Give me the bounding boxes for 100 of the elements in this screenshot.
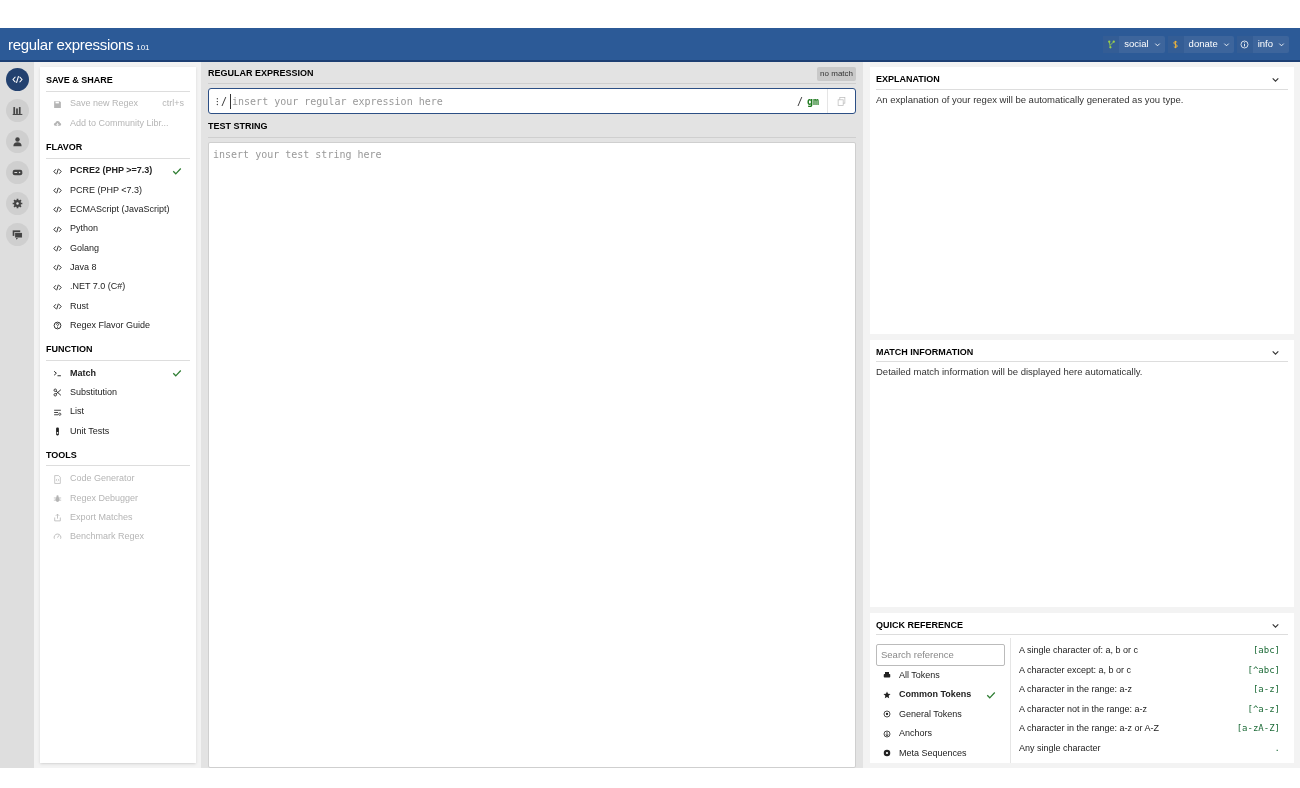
sidebar-item[interactable]: PCRE (PHP <7.3): [46, 180, 190, 201]
target-icon: [883, 710, 891, 719]
file-code-icon: [53, 474, 62, 484]
sidebar-item[interactable]: Java 8: [46, 258, 190, 278]
star-icon: [883, 690, 891, 699]
token-code: .: [1274, 741, 1280, 755]
shortcut-text: ctrl+s: [162, 97, 184, 111]
match-info-text: Detailed match information will be displayed here automatically.: [876, 365, 1144, 380]
bug-icon: [53, 493, 62, 503]
scissors-icon: [53, 388, 62, 398]
section-title: FLAVOR: [46, 141, 190, 159]
caret-icon: [1153, 40, 1161, 48]
token-code: [a-zA-Z]: [1236, 722, 1280, 735]
section-title: FUNCTION: [46, 343, 190, 361]
delimiter-text: /: [221, 94, 228, 109]
reference-category[interactable]: All Tokens: [876, 665, 1004, 685]
sidebar-item[interactable]: Substitution: [46, 383, 190, 403]
sidebar-item[interactable]: Unit Tests: [46, 421, 190, 441]
user-icon: [11, 136, 23, 147]
menu-button[interactable]: social: [1103, 35, 1165, 53]
section-title: REGULAR EXPRESSION: [208, 67, 314, 81]
token-description: A single character of: a, b or c: [1019, 644, 1139, 657]
sidebar-item: Code Generator: [46, 469, 190, 489]
help-icon: [53, 321, 62, 331]
save-icon: [53, 99, 62, 109]
section-title: QUICK REFERENCE: [876, 618, 963, 632]
token-description: A character except: a, b or c: [1019, 663, 1132, 677]
nav-rail-button[interactable]: [5, 161, 29, 184]
sidebar-item: Regex Debugger: [46, 488, 190, 509]
section-title: SAVE & SHARE: [46, 74, 190, 92]
section-title: EXPLANATION: [876, 73, 940, 86]
token-description: A character in the range: a-z: [1019, 683, 1133, 696]
terminal-icon: [53, 368, 62, 378]
flags-text[interactable]: gm: [806, 93, 819, 109]
cloud-upload-icon: [53, 118, 62, 128]
nav-rail-button[interactable]: [5, 192, 29, 215]
info-icon: [1240, 39, 1250, 49]
code-icon: [53, 282, 62, 292]
list-icon: [53, 407, 62, 417]
reference-category[interactable]: Anchors: [876, 724, 1004, 744]
token-code: [abc]: [1252, 644, 1280, 657]
logo-version: 101: [136, 43, 150, 52]
sidebar-item[interactable]: Golang: [46, 238, 190, 259]
explanation-text: An explanation of your regex will be automatically generated as you type.: [876, 92, 1185, 107]
share-icon: [53, 513, 62, 523]
search-field[interactable]: Search reference: [876, 643, 1005, 666]
token-description: Any single character: [1019, 741, 1101, 755]
regex-field[interactable]: ⁝ / insert your regular expression here / gm: [208, 88, 856, 114]
anchor-icon: [883, 729, 891, 738]
copy-icon: [837, 96, 846, 106]
code-icon: [53, 186, 62, 196]
token-code: [^a-z]: [1247, 702, 1280, 716]
dollar-icon: [1171, 39, 1181, 49]
delimiter-text: /: [796, 94, 803, 109]
sidebar-item[interactable]: PCRE2 (PHP >=7.3): [46, 161, 190, 181]
nav-rail-button[interactable]: [5, 68, 29, 91]
status-badge: no match: [817, 67, 856, 81]
nav-rail-button[interactable]: [5, 99, 29, 122]
sidebar-item[interactable]: Regex Flavor Guide: [46, 315, 190, 336]
caret-icon: [1222, 40, 1230, 48]
code-icon: [53, 301, 62, 311]
token-description: A character not in the range: a-z: [1019, 702, 1148, 716]
menu-button[interactable]: info: [1236, 35, 1289, 53]
reference-category[interactable]: Common Tokens: [876, 685, 1004, 705]
reference-category[interactable]: Meta Sequences: [876, 743, 1004, 763]
code-icon: [53, 205, 62, 215]
sidebar-item[interactable]: .NET 7.0 (C#): [46, 277, 190, 297]
sidebar-item: Export Matches: [46, 508, 190, 528]
nav-rail-button[interactable]: [5, 130, 29, 153]
code-icon: [53, 263, 62, 273]
sidebar-item[interactable]: Rust: [46, 296, 190, 316]
sidebar-item: Benchmark Regex: [46, 527, 190, 547]
test-string-field[interactable]: insert your test string here: [208, 141, 856, 768]
code-icon: [53, 243, 62, 253]
logo-text: regular expressions: [8, 36, 134, 52]
token-code: [a-z]: [1252, 683, 1280, 696]
sidebar-item: Add to Community Libr...: [46, 113, 190, 134]
caret-icon: [1271, 348, 1280, 357]
menu-button[interactable]: donate: [1167, 35, 1234, 53]
caret-icon: [1278, 40, 1285, 48]
code-icon: [53, 166, 62, 176]
gamepad-icon: [11, 167, 23, 178]
nav-rail-button[interactable]: [5, 223, 29, 246]
token-code: [^abc]: [1247, 663, 1280, 677]
chat-icon: [11, 229, 23, 240]
sidebar-item[interactable]: ECMAScript (JavaScript): [46, 200, 190, 220]
test-tube-icon: [53, 426, 62, 436]
token-description: A character in the range: a-z or A-Z: [1019, 722, 1160, 735]
branch-icon: [1106, 39, 1116, 49]
sidebar-item[interactable]: Match: [46, 363, 190, 384]
sidebar-item[interactable]: Python: [46, 219, 190, 239]
drag-handle[interactable]: ⁝: [216, 93, 219, 109]
sidebar-item[interactable]: List: [46, 402, 190, 422]
printer-icon: [883, 671, 891, 680]
section-title: TOOLS: [46, 448, 190, 467]
section-title: MATCH INFORMATION: [876, 345, 974, 359]
code-icon: [11, 74, 23, 85]
code-icon: [53, 224, 62, 234]
caret-icon: [1271, 75, 1280, 85]
reference-category[interactable]: General Tokens: [876, 704, 1004, 724]
